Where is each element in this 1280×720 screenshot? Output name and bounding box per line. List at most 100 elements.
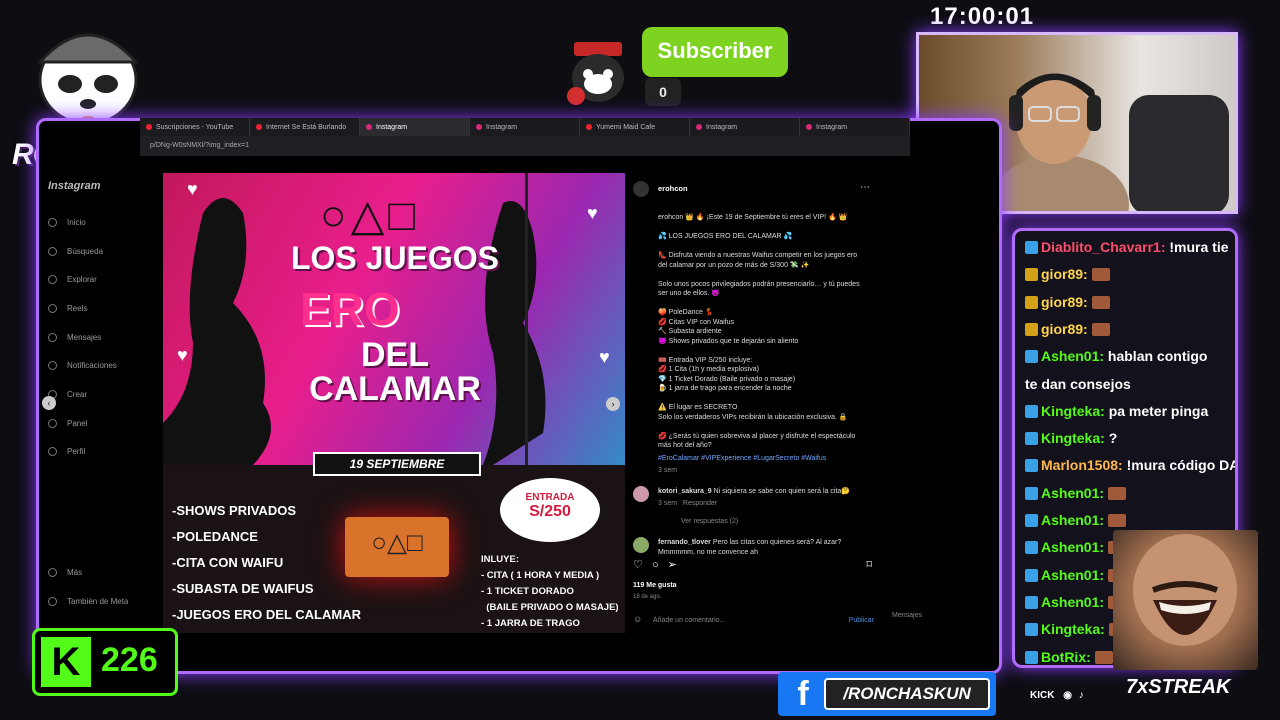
like-heart-icon[interactable]: ♡: [633, 559, 643, 571]
feature-item: -SHOWS PRIVADOS: [172, 503, 296, 518]
browser-url-bar[interactable]: p/DNg-W0sNMXl/?img_index=1: [140, 136, 910, 156]
nav-reels[interactable]: Reels: [40, 294, 160, 323]
reels-icon: [48, 303, 57, 313]
feature-item: -SUBASTA DE WAIFUS: [172, 581, 314, 596]
streak-label: 7xSTREAK: [1126, 676, 1231, 698]
chat-message: Kingteka: pa meter pinga: [1025, 403, 1208, 419]
comment-username[interactable]: fernando_tlover: [658, 539, 711, 546]
messages-button[interactable]: Mensajes: [892, 612, 922, 619]
post-username[interactable]: erohcon: [658, 184, 688, 194]
like-count[interactable]: 119 Me gusta: [633, 581, 677, 591]
chat-username[interactable]: Ashen01:: [1041, 594, 1108, 610]
youtube-icon: [256, 124, 262, 130]
chat-username[interactable]: gior89:: [1041, 294, 1092, 310]
nav-search[interactable]: Búsqueda: [40, 237, 160, 266]
caption-time: 3 sem: [658, 467, 678, 474]
chat-message: BotRix:: [1025, 649, 1116, 665]
heart-decoration-icon: ♥: [177, 345, 188, 365]
browser-tab-active[interactable]: Instagram: [360, 118, 470, 136]
chat-username[interactable]: Marlon1508:: [1041, 457, 1127, 473]
browser-tab[interactable]: Instagram: [800, 118, 910, 136]
chat-message: Ashen01: hablan contigo: [1025, 348, 1207, 364]
chat-username[interactable]: Ashen01:: [1041, 567, 1108, 583]
instagram-logo[interactable]: Instagram: [48, 180, 160, 192]
chat-username[interactable]: Ashen01:: [1041, 485, 1108, 501]
chat-username[interactable]: gior89:: [1041, 266, 1092, 282]
messenger-icon: [48, 332, 57, 342]
user-badge-icon: [1025, 595, 1038, 609]
prev-post-arrow-icon[interactable]: ‹: [42, 396, 56, 410]
commenter-avatar[interactable]: [633, 486, 649, 502]
nav-create[interactable]: Crear: [40, 380, 160, 409]
nav-explore[interactable]: Explorar: [40, 265, 160, 294]
chat-username[interactable]: BotRix:: [1041, 649, 1095, 665]
post-title-line2: ERO: [300, 283, 400, 335]
dashboard-icon: [48, 418, 57, 428]
nav-dashboard[interactable]: Panel: [40, 409, 160, 438]
emote-icon: [1091, 268, 1110, 282]
browser-tab[interactable]: Instagram: [690, 118, 800, 136]
nav-profile[interactable]: Perfil: [40, 438, 160, 467]
chat-username[interactable]: Kingteka:: [1041, 403, 1109, 419]
compass-icon: [48, 275, 57, 285]
chat-username[interactable]: Ashen01:: [1041, 539, 1108, 555]
user-badge-icon: [1025, 432, 1038, 446]
includes-list: INLUYE: - CITA ( 1 HORA Y MEDIA ) - 1 TI…: [481, 552, 619, 632]
comment-input[interactable]: Añade un comentario...: [653, 616, 725, 626]
user-badge-icon: [1025, 459, 1038, 473]
chat-text: !mura tie: [1169, 239, 1229, 255]
chat-message: Diablito_Chavarr1: !mura tie: [1025, 239, 1229, 255]
chat-username[interactable]: Ashen01:: [1041, 348, 1108, 364]
heart-decoration-icon: ♥: [599, 347, 610, 367]
includes-item: - CITA ( 1 HORA Y MEDIA ): [481, 570, 600, 581]
chat-username[interactable]: Kingteka:: [1041, 621, 1109, 637]
view-replies-link[interactable]: Ver respuestas (2): [681, 517, 891, 527]
home-icon: [48, 217, 57, 227]
event-date-banner: 19 SEPTIEMBRE: [313, 452, 481, 476]
avatar[interactable]: [633, 181, 649, 197]
user-badge-icon: [1025, 268, 1038, 282]
post-hashtags[interactable]: #EroCalamar #VIPExperience #LugarSecreto…: [658, 454, 868, 464]
badge-price: S/250: [529, 503, 571, 520]
comment-icon[interactable]: ○: [652, 559, 659, 571]
chat-username[interactable]: Diablito_Chavarr1:: [1041, 239, 1169, 255]
squid-game-symbols: ○△□: [320, 191, 419, 240]
next-image-arrow-icon[interactable]: ›: [606, 397, 620, 411]
nav-messages[interactable]: Mensajes: [40, 323, 160, 352]
action-bar: ♡ ○ ➢: [633, 559, 677, 571]
chat-text: pa meter pinga: [1108, 402, 1209, 419]
chat-message: Marlon1508: !mura código DA: [1025, 457, 1235, 473]
nav-notifications[interactable]: Notificaciones: [40, 351, 160, 380]
emote-icon: [1107, 514, 1126, 527]
post-title-line1: LOS JUEGOS: [290, 240, 500, 276]
chat-text: hablan contigo: [1107, 348, 1208, 365]
user-badge-icon: [1025, 514, 1038, 527]
publish-button[interactable]: Publicar: [849, 616, 874, 626]
profile-icon: [48, 447, 57, 457]
chat-username[interactable]: Ashen01:: [1041, 512, 1108, 528]
more-options-icon[interactable]: ⋯: [860, 183, 870, 193]
browser-tab[interactable]: Suscripciones - YouTube: [140, 118, 250, 136]
browser-tab[interactable]: Internet Se Está Burlando: [250, 118, 360, 136]
share-icon[interactable]: ➢: [668, 559, 677, 571]
emoji-icon[interactable]: ☺: [633, 614, 642, 625]
nav-home[interactable]: Inicio: [40, 208, 160, 237]
facebook-handle: /RONCHASKUN: [824, 678, 990, 710]
emote-icon: [1094, 650, 1113, 664]
chat-username[interactable]: Kingteka:: [1041, 430, 1109, 446]
feature-item: -CITA CON WAIFU: [172, 555, 284, 570]
subscriber-button[interactable]: Subscriber: [642, 27, 788, 77]
save-bookmark-icon[interactable]: ⌑: [866, 560, 872, 571]
chat-message: gior89:: [1025, 266, 1113, 282]
heart-icon: [48, 361, 57, 371]
nav-more[interactable]: Más: [40, 558, 160, 587]
browser-tab[interactable]: Yumemi Maid Cafe: [580, 118, 690, 136]
browser-tab[interactable]: Instagram: [470, 118, 580, 136]
instagram-icon: [366, 124, 372, 130]
comment-username[interactable]: kotori_sakura_9: [658, 488, 712, 495]
nav-also-from-meta[interactable]: También de Meta: [40, 587, 160, 616]
chat-username[interactable]: gior89:: [1041, 321, 1092, 337]
comment: fernando_tlover Pero las citas con quien…: [658, 538, 868, 557]
commenter-avatar[interactable]: [633, 537, 649, 553]
comment-meta[interactable]: 3 sem Responder: [658, 499, 868, 509]
